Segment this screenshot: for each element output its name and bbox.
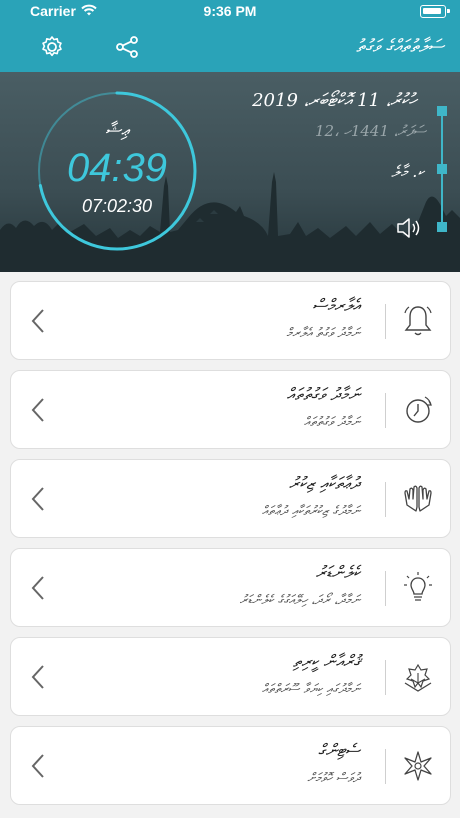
- chevron-left-icon: [31, 576, 44, 600]
- menu-item-settings[interactable]: ސެޓިންގް ދުވަސް ހޮވުމަށް: [10, 726, 451, 805]
- menu-item-title: ދުޢާތަކާއި ޒިކުރު: [288, 474, 360, 494]
- chevron-left-icon: [31, 398, 44, 422]
- clock-icon: [406, 396, 432, 423]
- menu-item-title: ޤުރްއާން ކީރިތި: [292, 652, 360, 672]
- menu-item-title: ސެޓިންގް: [317, 741, 360, 761]
- divider: [385, 393, 386, 428]
- divider: [385, 749, 386, 784]
- menu-item-alarms[interactable]: އެލާރމްސް ނަމާދު ވަގުތު އެލާރމް: [10, 281, 451, 360]
- divider: [385, 571, 386, 606]
- hijri-date: 12، ސަފަރު، 1441ހ: [314, 122, 426, 140]
- bell-icon: [404, 306, 432, 336]
- menu-item-quran[interactable]: ޤުރްއާން ކީރިތި ނަމާދުގައި ކިޔަވާ ސޫރަތް…: [10, 637, 451, 716]
- menu-item-calendar[interactable]: ކެލެންޑަރު ނަމާދާ، ރޯދަ، ހިލޭއަގުގެ ކެލެ…: [10, 548, 451, 627]
- app-header: Carrier 9:36 PM ސަލާތުތައްގެ ވަގުތު: [0, 0, 460, 72]
- menu-list: އެލާރމްސް ނަމާދު ވަގުތު އެލާރމް ނަމާދު ވ…: [10, 281, 451, 815]
- menu-item-prayer-times[interactable]: ނަމާދު ވަގުތުތައް ނަމާދު ވަގުތުތައް: [10, 370, 451, 449]
- countdown-timer: 07:02:30: [81, 196, 153, 216]
- compass-star-icon: [404, 751, 432, 781]
- divider: [385, 482, 386, 517]
- menu-item-subtitle: ނަމާދުގެ ޒިކުރުތަކާއި ދުޢާތައް: [261, 504, 360, 519]
- menu-item-title: ނަމާދު ވަގުތުތައް: [286, 385, 360, 405]
- divider: [385, 660, 386, 695]
- menu-item-duas[interactable]: ދުޢާތަކާއި ޒިކުރު ނަމާދުގެ ޒިކުރުތަކާއި …: [10, 459, 451, 538]
- chevron-left-icon: [31, 665, 44, 689]
- speaker-icon[interactable]: [396, 216, 424, 240]
- timeline-dot: [437, 222, 447, 232]
- next-prayer-time: 04:39: [66, 146, 168, 190]
- chevron-left-icon: [31, 487, 44, 511]
- gear-icon[interactable]: [39, 34, 65, 60]
- menu-item-subtitle: ނަމާދުގައި ކިޔަވާ ސޫރަތްތައް: [261, 682, 360, 697]
- menu-item-title: އެލާރމްސް: [312, 296, 360, 316]
- prayer-time-hero: ޢިޝާ 04:39 07:02:30 ހުކުރު، 11 އޮކްޓޯބަރ…: [0, 72, 460, 272]
- menu-item-subtitle: ނަމާދު ވަގުތުތައް: [303, 415, 360, 430]
- chevron-left-icon: [31, 309, 44, 333]
- menu-item-subtitle: ނަމާދާ، ރޯދަ، ހިލޭއަގުގެ ކެލެންޑަރު: [239, 593, 360, 608]
- share-icon[interactable]: [114, 34, 140, 60]
- status-time: 9:36 PM: [203, 3, 257, 19]
- praying-hands-icon: [404, 485, 432, 512]
- status-bar: Carrier 9:36 PM: [0, 0, 460, 24]
- location-label[interactable]: ކ. މާލެ: [391, 162, 424, 182]
- lightbulb-icon: [404, 572, 432, 601]
- divider: [385, 304, 386, 339]
- app-title: ސަލާތުތައްގެ ވަގުތު: [356, 36, 444, 57]
- menu-item-title: ކެލެންޑަރު: [315, 563, 360, 583]
- menu-item-subtitle: ނަމާދު ވަގުތު އެލާރމް: [286, 326, 360, 341]
- quran-icon: [404, 663, 432, 692]
- menu-item-subtitle: ދުވަސް ހޮވުމަށް: [307, 771, 360, 786]
- timeline-dot: [437, 106, 447, 116]
- chevron-left-icon: [31, 754, 44, 778]
- battery-icon: [420, 5, 450, 18]
- timeline-dot: [437, 164, 447, 174]
- gregorian-date: ހުކުރު، 11 އޮކްޓޯބަރ، 2019: [252, 90, 416, 111]
- next-prayer-label: ޢިޝާ: [105, 120, 129, 141]
